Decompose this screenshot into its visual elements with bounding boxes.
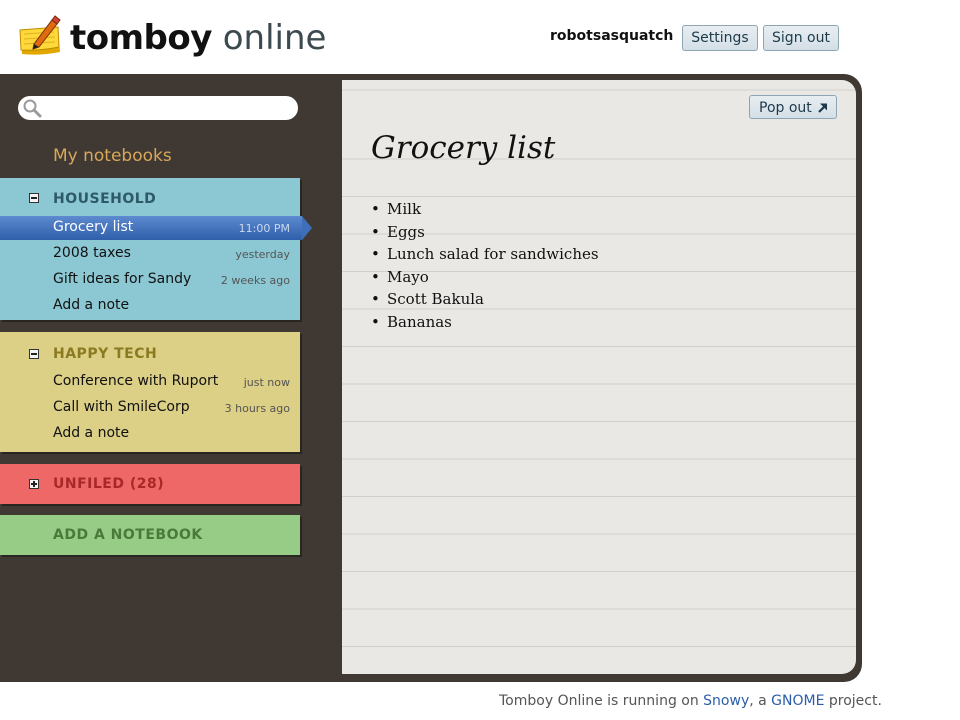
list-item: • Milk: [371, 200, 422, 218]
pop-out-arrow-icon: [818, 103, 827, 113]
note-title-heading[interactable]: Grocery list: [371, 130, 555, 166]
selection-arrow: [302, 216, 312, 240]
notebook-happy-tech: HAPPY TECH Conference with Ruport just n…: [0, 332, 300, 452]
note-item[interactable]: 2008 taxes yesterday: [0, 242, 290, 266]
notebook-title[interactable]: UNFILED (28): [53, 476, 164, 492]
search-box[interactable]: [18, 96, 298, 120]
notebook-title[interactable]: HAPPY TECH: [53, 346, 157, 362]
note-title: Grocery list: [53, 219, 134, 235]
notebooks-heading: My notebooks: [53, 146, 172, 166]
note-item[interactable]: Conference with Ruport just now: [0, 370, 290, 394]
list-item: • Bananas: [371, 312, 452, 331]
list-item: • Scott Bakula: [371, 290, 484, 308]
add-notebook-button[interactable]: ADD A NOTEBOOK: [0, 515, 300, 555]
list-item: • Lunch salad for sandwiches: [371, 245, 599, 263]
settings-button[interactable]: Settings: [682, 25, 758, 51]
snowy-link[interactable]: Snowy: [703, 693, 749, 709]
list-item: • Mayo: [371, 267, 429, 286]
notepad-pencil-logo-icon: [19, 15, 61, 55]
list-item: • Eggs: [371, 222, 425, 241]
add-note-label: Add a note: [53, 297, 130, 313]
collapse-icon[interactable]: [29, 193, 39, 203]
search-input[interactable]: [46, 98, 290, 120]
note-timestamp: 2 weeks ago: [220, 274, 290, 287]
notebook-title[interactable]: HOUSEHOLD: [53, 191, 156, 207]
notebook-unfiled[interactable]: UNFILED (28): [0, 464, 300, 504]
note-title: Conference with Ruport: [53, 373, 219, 389]
sign-out-button[interactable]: Sign out: [763, 25, 839, 51]
list-item-text: Eggs: [387, 222, 425, 241]
list-item-text: Milk: [387, 200, 422, 218]
logo-text: tomboy online: [70, 16, 326, 60]
note-title: 2008 taxes: [53, 245, 131, 261]
logo-text-bold: tomboy: [70, 18, 212, 58]
note-timestamp: just now: [243, 376, 290, 389]
footer-text: , a: [749, 693, 772, 709]
footer-text: project.: [824, 693, 882, 709]
note-title: Gift ideas for Sandy: [53, 271, 192, 287]
add-notebook-label: ADD A NOTEBOOK: [53, 527, 203, 543]
collapse-icon[interactable]: [29, 349, 39, 359]
username: robotsasquatch: [550, 28, 674, 44]
main-frame: My notebooks HOUSEHOLD Grocery list 11:0…: [0, 74, 862, 682]
note-body-list[interactable]: • Milk • Eggs • Lunch salad for sandwiches …: [371, 198, 599, 333]
expand-icon[interactable]: [29, 479, 39, 489]
note-timestamp: 3 hours ago: [224, 402, 290, 415]
pop-out-label: Pop out: [759, 100, 812, 116]
list-item-text: Mayo: [387, 267, 429, 286]
pop-out-button[interactable]: Pop out: [749, 95, 837, 119]
note-page[interactable]: Pop out Grocery list • Milk • Eggs • Lunch …: [342, 80, 856, 674]
footer-text: Tomboy Online is running on: [499, 693, 704, 709]
footer: Tomboy Online is running on Snowy, a GNO…: [499, 693, 882, 709]
add-note-label: Add a note: [53, 425, 130, 441]
list-item-text: Lunch salad for sandwiches: [387, 245, 599, 263]
logo-text-light: online: [222, 18, 327, 58]
sidebar: My notebooks HOUSEHOLD Grocery list 11:0…: [0, 74, 340, 682]
add-note-link[interactable]: Add a note: [0, 422, 290, 446]
note-timestamp: 11:00 PM: [238, 222, 290, 235]
note-item-selected[interactable]: Grocery list 11:00 PM: [0, 216, 312, 240]
add-note-link[interactable]: Add a note: [0, 294, 290, 318]
list-item-text: Bananas: [387, 312, 452, 331]
gnome-link[interactable]: GNOME: [771, 693, 824, 709]
search-icon: [23, 99, 42, 118]
note-item[interactable]: Gift ideas for Sandy 2 weeks ago: [0, 268, 290, 292]
note-timestamp: yesterday: [235, 248, 290, 261]
note-title: Call with SmileCorp: [53, 399, 190, 415]
list-item-text: Scott Bakula: [387, 290, 484, 308]
notebook-household: HOUSEHOLD Grocery list 11:00 PM 2008 tax…: [0, 178, 312, 320]
note-item[interactable]: Call with SmileCorp 3 hours ago: [0, 396, 290, 420]
